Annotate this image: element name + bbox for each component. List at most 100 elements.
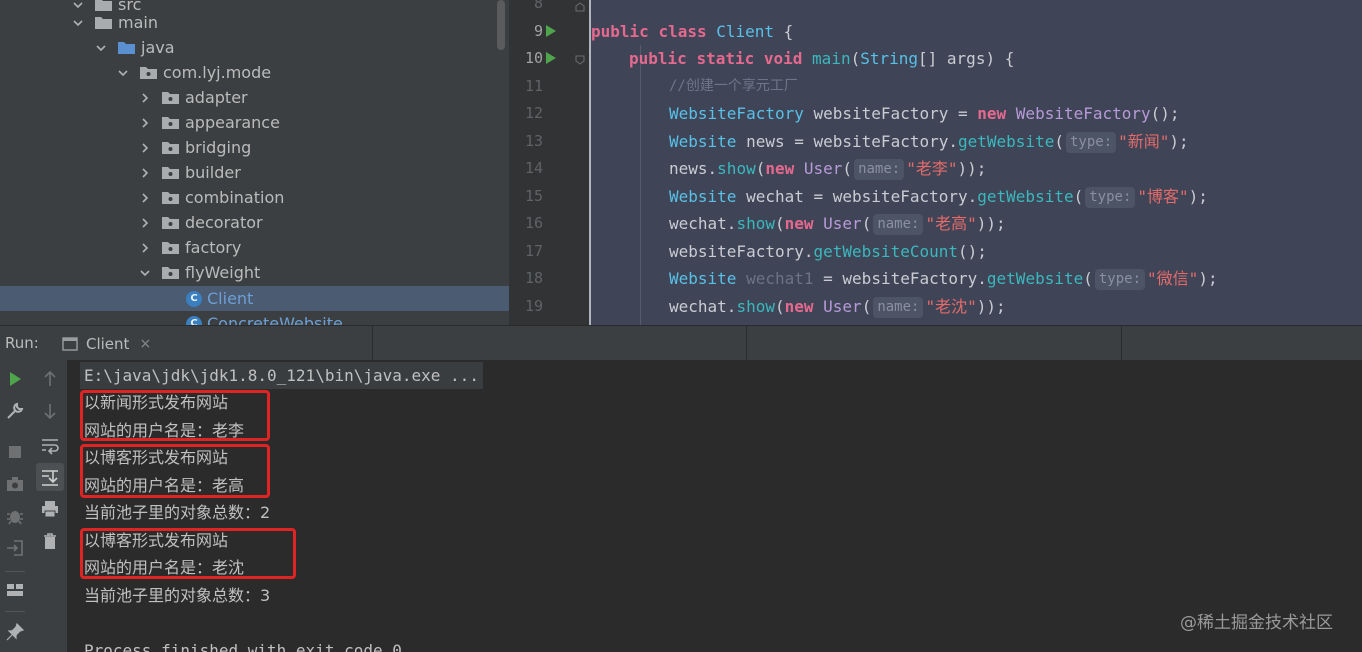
keyword: new bbox=[784, 214, 814, 233]
chevron-down-icon[interactable] bbox=[73, 0, 83, 10]
stop-icon[interactable] bbox=[5, 442, 25, 462]
chevron-right-icon[interactable] bbox=[140, 92, 150, 103]
toolbar-divider bbox=[5, 571, 25, 572]
chevron-down-icon[interactable] bbox=[96, 43, 106, 53]
chevron-down-icon[interactable] bbox=[118, 68, 128, 78]
folder-icon bbox=[95, 16, 112, 29]
tree-item-flyweight[interactable]: flyWeight bbox=[0, 260, 509, 285]
class-name: String bbox=[860, 49, 919, 68]
console-command-line[interactable]: E:\java\jdk\jdk1.8.0_121\bin\java.exe ..… bbox=[80, 362, 483, 389]
camera-icon[interactable] bbox=[5, 474, 25, 494]
line-number: 16 bbox=[524, 214, 543, 232]
trash-icon[interactable] bbox=[40, 531, 60, 551]
run-tab-label: Client bbox=[86, 334, 130, 353]
code-text: ( bbox=[861, 214, 872, 233]
parameter-hint: type: bbox=[1094, 269, 1146, 290]
package-icon bbox=[162, 191, 179, 204]
tree-scrollbar[interactable] bbox=[497, 0, 505, 50]
code-text: ( bbox=[842, 159, 853, 178]
tree-item-factory[interactable]: factory bbox=[0, 235, 509, 260]
class-name: Website bbox=[669, 269, 737, 288]
string-literal: "老高" bbox=[925, 214, 977, 233]
tree-item-decorator[interactable]: decorator bbox=[0, 210, 509, 235]
run-gutter-icon[interactable] bbox=[546, 25, 556, 37]
chevron-right-icon[interactable] bbox=[140, 167, 150, 178]
pin-icon[interactable] bbox=[5, 622, 25, 642]
divider bbox=[1121, 326, 1122, 361]
tree-item-adapter[interactable]: adapter bbox=[0, 85, 509, 110]
chevron-right-icon[interactable] bbox=[140, 242, 150, 253]
code-text: [] args) { bbox=[918, 49, 1015, 68]
tree-item-builder[interactable]: builder bbox=[0, 160, 509, 185]
tree-item-combination[interactable]: combination bbox=[0, 185, 509, 210]
code-comment: //创建一个享元工厂 bbox=[669, 78, 798, 94]
run-tab-client[interactable]: Client × bbox=[55, 326, 165, 361]
code-text: websiteFactory = bbox=[803, 104, 978, 123]
code-text: news = websiteFactory. bbox=[736, 132, 958, 151]
chevron-right-icon[interactable] bbox=[140, 142, 150, 153]
keyword: public bbox=[629, 49, 687, 68]
line-number: 9 bbox=[533, 22, 543, 40]
tree-item-bridging[interactable]: bridging bbox=[0, 135, 509, 160]
watermark: @稀土掘金技术社区 bbox=[1180, 613, 1333, 633]
bug-icon[interactable] bbox=[5, 506, 25, 526]
code-line-12: WebsiteFactory websiteFactory = new Webs… bbox=[669, 100, 1180, 127]
tree-item-package-root[interactable]: com.lyj.mode bbox=[0, 60, 509, 85]
console-icon bbox=[62, 336, 78, 351]
method-name: show bbox=[736, 214, 775, 233]
console-output[interactable]: E:\java\jdk\jdk1.8.0_121\bin\java.exe ..… bbox=[69, 360, 1362, 652]
method-name: show bbox=[736, 297, 775, 316]
up-arrow-icon[interactable] bbox=[40, 369, 60, 389]
tree-item-concretewebsite[interactable]: C ConcreteWebsite bbox=[0, 311, 509, 325]
code-text: news. bbox=[669, 159, 718, 178]
tree-item-label: main bbox=[118, 13, 158, 32]
code-text: ( bbox=[755, 159, 766, 178]
console-exit-line: Process finished with exit code 0 bbox=[84, 641, 402, 652]
code-text: ( bbox=[1073, 187, 1084, 206]
code-line-14: news.show(new User(name: "老李")); bbox=[669, 155, 986, 182]
code-text: ( bbox=[861, 297, 872, 316]
soft-wrap-icon[interactable] bbox=[40, 435, 60, 455]
fold-icon[interactable] bbox=[575, 2, 585, 12]
project-tree-panel: src main java com.lyj.mode adapter appea… bbox=[0, 0, 509, 325]
chevron-down-icon[interactable] bbox=[140, 268, 150, 278]
chevron-right-icon[interactable] bbox=[140, 217, 150, 228]
indent-guide bbox=[640, 45, 641, 325]
tree-item-main[interactable]: main bbox=[0, 10, 509, 35]
tree-item-appearance[interactable]: appearance bbox=[0, 110, 509, 135]
code-line-13: Website news = websiteFactory.getWebsite… bbox=[669, 128, 1189, 155]
code-editor[interactable]: public class Client { public static void… bbox=[589, 0, 1362, 325]
tree-item-label: com.lyj.mode bbox=[163, 63, 272, 82]
tree-item-client[interactable]: C Client bbox=[0, 286, 509, 311]
chevron-right-icon[interactable] bbox=[140, 117, 150, 128]
class-name: User bbox=[823, 214, 862, 233]
tree-item-java[interactable]: java bbox=[0, 35, 509, 60]
string-literal: "博客" bbox=[1137, 187, 1189, 206]
login-icon[interactable] bbox=[5, 538, 25, 558]
code-text: (); bbox=[958, 242, 987, 261]
run-gutter-icon[interactable] bbox=[546, 52, 556, 64]
chevron-right-icon[interactable] bbox=[140, 192, 150, 203]
code-text: ( bbox=[850, 49, 861, 68]
code-text: wechat. bbox=[669, 297, 737, 316]
print-icon[interactable] bbox=[40, 499, 60, 519]
line-number: 8 bbox=[533, 0, 543, 12]
fold-icon[interactable] bbox=[575, 55, 585, 65]
scroll-to-end-icon[interactable] bbox=[36, 463, 64, 491]
line-number: 13 bbox=[524, 132, 543, 150]
line-number: 19 bbox=[524, 297, 543, 315]
chevron-down-icon[interactable] bbox=[73, 18, 83, 28]
close-icon[interactable]: × bbox=[139, 336, 151, 352]
keyword: public bbox=[591, 22, 649, 41]
wrench-icon[interactable] bbox=[5, 401, 25, 421]
line-number: 18 bbox=[524, 269, 543, 287]
code-text: wechat = websiteFactory. bbox=[736, 187, 978, 206]
down-arrow-icon[interactable] bbox=[40, 401, 60, 421]
line-number: 11 bbox=[524, 77, 543, 95]
layout-icon[interactable] bbox=[5, 580, 25, 600]
parameter-hint: name: bbox=[854, 159, 905, 180]
run-icon[interactable] bbox=[5, 369, 25, 389]
code-text: ( bbox=[1083, 269, 1093, 288]
package-icon bbox=[162, 241, 179, 254]
code-text: ( bbox=[774, 214, 785, 233]
